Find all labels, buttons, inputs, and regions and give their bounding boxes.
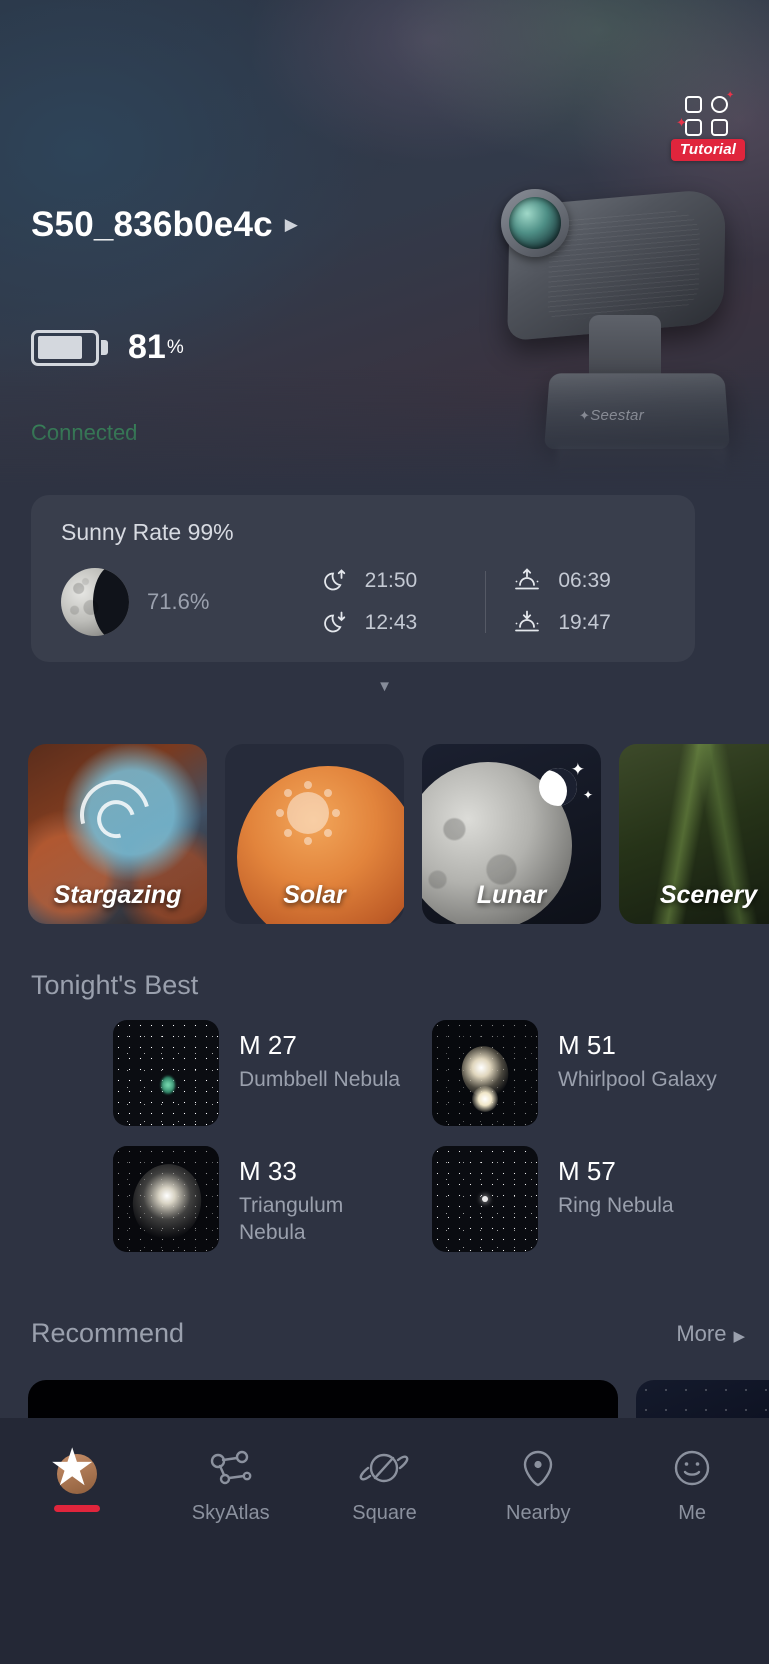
category-card-solar[interactable]: Solar — [225, 744, 404, 924]
object-name: Dumbbell Nebula — [239, 1068, 401, 1091]
moon-times-column: 21:50 12:43 — [319, 568, 472, 636]
list-item[interactable]: M 33 Triangulum Nebula — [113, 1146, 432, 1252]
sunrise-time: 06:39 — [558, 569, 611, 592]
list-item[interactable]: M 57 Ring Nebula — [432, 1146, 751, 1252]
tab-square[interactable]: Square — [308, 1440, 462, 1664]
bottom-tab-bar[interactable]: ★ SkyAtlas Square Nearby Me — [0, 1418, 769, 1664]
sunset-row: 19:47 — [512, 610, 665, 636]
tab-home[interactable]: ★ — [0, 1440, 154, 1664]
recommend-more-button[interactable]: More ▶ — [676, 1321, 745, 1347]
sunset-time: 19:47 — [558, 611, 611, 634]
object-name: Triangulum Nebula — [239, 1194, 344, 1244]
active-tab-indicator — [53, 1505, 100, 1512]
object-name: Whirlpool Galaxy — [558, 1068, 717, 1091]
object-id: M 57 — [558, 1156, 616, 1186]
telescope-lens-icon — [509, 197, 561, 249]
moon-phase-icon — [61, 568, 129, 636]
list-item[interactable]: M 27 Dumbbell Nebula — [113, 1020, 432, 1126]
category-card-scenery[interactable]: Scenery — [619, 744, 769, 924]
object-id: M 51 — [558, 1030, 616, 1060]
category-card-stargazing[interactable]: Stargazing — [28, 744, 207, 924]
tonights-best-grid: M 27 Dumbbell Nebula M 51 Whirlpool Gala… — [0, 1020, 769, 1252]
connection-status: Connected — [31, 420, 138, 445]
object-id: M 33 — [239, 1156, 297, 1186]
tab-label: SkyAtlas — [191, 1502, 270, 1524]
list-item[interactable]: M 51 Whirlpool Galaxy — [432, 1020, 751, 1126]
object-name: Ring Nebula — [558, 1194, 674, 1217]
object-id: M 27 — [239, 1030, 297, 1060]
moonrise-icon — [323, 569, 345, 591]
moon-phase-block: 71.6% — [61, 568, 319, 636]
moonrise-time: 21:50 — [364, 569, 418, 592]
moonrise-row: 21:50 — [319, 568, 472, 594]
divider — [485, 571, 487, 633]
tutorial-button[interactable]: ✦ ✦ Tutorial — [670, 90, 746, 170]
battery-cap-icon — [101, 340, 108, 355]
sun-icon — [287, 792, 329, 834]
more-label: More — [676, 1320, 727, 1346]
recommend-title: Recommend — [31, 1318, 185, 1348]
moonset-time: 12:43 — [364, 611, 418, 634]
device-name-row[interactable]: S50_836b0e4c ▶ — [31, 205, 298, 245]
sparkle-icon: ✦ — [582, 788, 593, 802]
battery-percent: 81 — [128, 328, 166, 366]
planet-icon — [358, 1440, 410, 1496]
object-thumbnail — [432, 1146, 538, 1252]
constellation-icon — [206, 1440, 256, 1496]
category-label: Stargazing — [53, 881, 182, 909]
category-label: Lunar — [476, 881, 547, 909]
battery-percent-unit: % — [166, 336, 184, 358]
moonset-icon — [323, 611, 345, 633]
expand-chevron-icon[interactable]: ▼ — [377, 678, 392, 695]
tutorial-label: Tutorial — [670, 139, 746, 161]
tab-me[interactable]: Me — [615, 1440, 769, 1664]
sun-times-column: 06:39 19:47 — [512, 568, 665, 636]
category-label: Scenery — [659, 881, 758, 909]
tab-label: Nearby — [506, 1502, 571, 1524]
telescope-illustration: ✦Seestar — [461, 175, 731, 481]
category-carousel[interactable]: Stargazing Solar ✦ ✦ Lunar Scenery — [0, 744, 769, 924]
tab-label: Square — [352, 1502, 417, 1524]
sunrise-row: 06:39 — [512, 568, 665, 594]
telescope-brand-label: ✦Seestar — [579, 407, 644, 424]
tab-skyatlas[interactable]: SkyAtlas — [154, 1440, 308, 1664]
category-label: Solar — [283, 881, 346, 909]
sparkle-icon: ✦ — [570, 760, 585, 779]
chevron-right-icon: ▶ — [284, 215, 298, 234]
sunny-rate-label: Sunny Rate 99% — [61, 519, 234, 545]
recommend-header: Recommend More ▶ — [31, 1318, 745, 1349]
sunset-icon — [515, 610, 540, 632]
galaxy-spiral-icon — [67, 767, 163, 863]
person-icon — [669, 1440, 715, 1496]
weather-astronomy-card[interactable]: Sunny Rate 99% 71.6% 21:50 12:43 06:39 1… — [31, 495, 695, 662]
object-thumbnail — [113, 1020, 219, 1126]
battery-icon — [31, 329, 99, 366]
moon-illumination: 71.6% — [147, 589, 210, 614]
sunrise-icon — [515, 568, 540, 590]
grid-sparkle-icon: ✦ ✦ — [676, 90, 734, 136]
tab-label: Me — [678, 1502, 706, 1524]
device-name: S50_836b0e4c — [31, 205, 273, 244]
chevron-right-icon: ▶ — [733, 1327, 745, 1345]
object-thumbnail — [432, 1020, 538, 1126]
tonights-best-title: Tonight's Best — [31, 970, 199, 1000]
home-star-icon: ★ — [48, 1439, 97, 1497]
battery-row: 81 % — [31, 328, 184, 367]
category-card-lunar[interactable]: ✦ ✦ Lunar — [422, 744, 601, 924]
location-pin-icon — [515, 1440, 561, 1496]
tab-nearby[interactable]: Nearby — [461, 1440, 615, 1664]
hero-header: ✦ ✦ Tutorial ✦Seestar S50_836b0e4c ▶ 81 %… — [0, 0, 769, 490]
moonset-row: 12:43 — [319, 610, 472, 636]
object-thumbnail — [113, 1146, 219, 1252]
